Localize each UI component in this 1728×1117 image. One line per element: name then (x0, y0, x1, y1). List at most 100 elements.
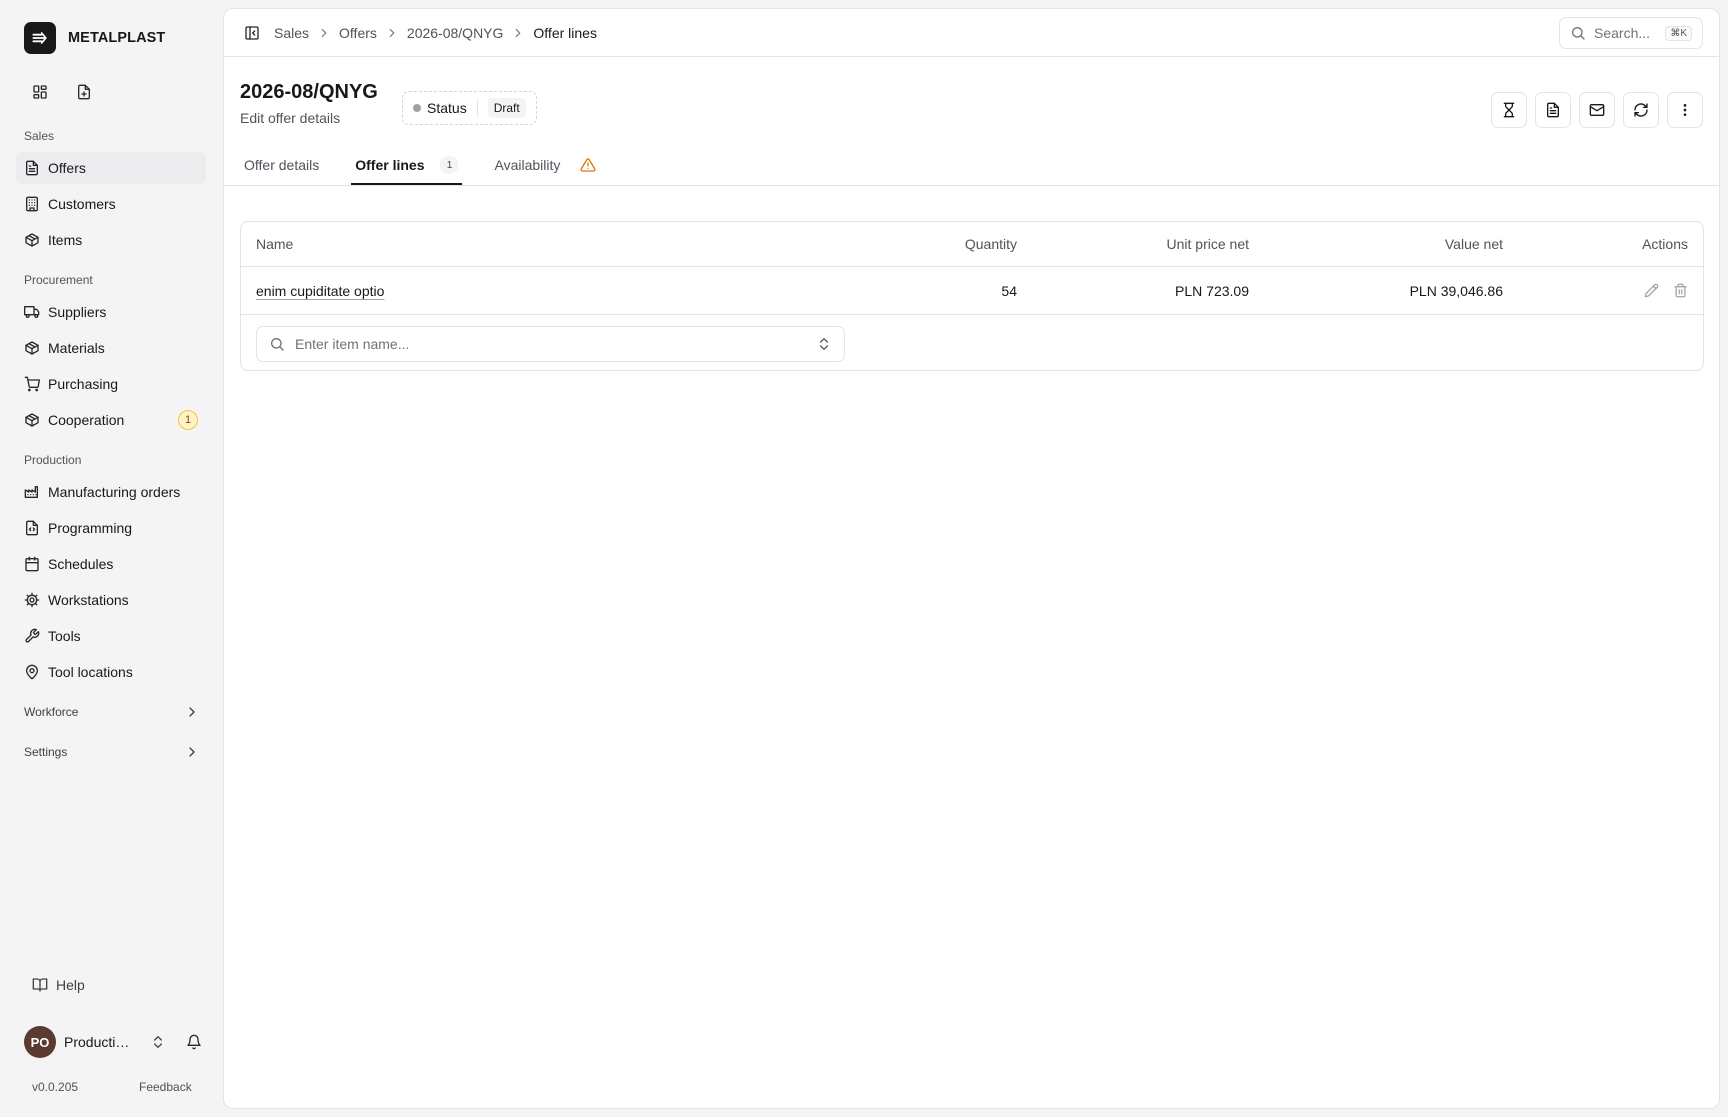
sidebar-item-purchasing[interactable]: Purchasing (16, 368, 206, 400)
sidebar: METALPLAST Sales Offers Customers Items … (0, 0, 223, 1117)
tab-offer-details[interactable]: Offer details (240, 145, 323, 185)
chevrons-up-down-icon[interactable] (150, 1034, 166, 1050)
feedback-link[interactable]: Feedback (139, 1080, 192, 1094)
sidebar-item-schedules[interactable]: Schedules (16, 548, 206, 580)
sidebar-item-programming[interactable]: Programming (16, 512, 206, 544)
search-shortcut: ⌘K (1665, 25, 1692, 41)
refresh-icon (1633, 102, 1649, 118)
document-icon (24, 160, 40, 176)
table-header: Name Quantity Unit price net Value net A… (241, 222, 1703, 267)
search-placeholder: Search... (1594, 25, 1651, 41)
chevrons-up-down-icon (816, 336, 832, 352)
refresh-button[interactable] (1623, 92, 1659, 128)
email-button[interactable] (1579, 92, 1615, 128)
sidebar-item-label: Programming (48, 520, 133, 536)
status-selector[interactable]: Status Draft (402, 91, 537, 125)
header-actions (1491, 92, 1703, 128)
sidebar-item-tools[interactable]: Tools (16, 620, 206, 652)
sidebar-item-label: Suppliers (48, 304, 107, 320)
notification-badge: 1 (178, 410, 198, 430)
trash-icon[interactable] (1673, 283, 1688, 298)
breadcrumb-offer[interactable]: 2026-08/QNYG (407, 25, 504, 41)
cell-unit-price: PLN 723.09 (1175, 282, 1249, 299)
nav-group-production: Production (24, 453, 82, 467)
sidebar-item-label: Workstations (48, 592, 129, 608)
bell-icon[interactable] (186, 1034, 202, 1050)
chevron-right-icon (184, 744, 200, 760)
nav-group-settings[interactable]: Settings (24, 740, 200, 764)
sidebar-item-cooperation[interactable]: Cooperation 1 (16, 404, 206, 436)
item-link[interactable]: enim cupiditate optio (256, 283, 384, 299)
tab-label: Offer lines (355, 157, 425, 173)
hourglass-button[interactable] (1491, 92, 1527, 128)
sidebar-item-label: Customers (48, 196, 116, 212)
sidebar-item-label: Manufacturing orders (48, 484, 181, 500)
sidebar-item-label: Materials (48, 340, 105, 356)
search-input[interactable]: Search... ⌘K (1559, 17, 1703, 49)
sidebar-item-materials[interactable]: Materials (16, 332, 206, 364)
help-label: Help (56, 977, 85, 993)
breadcrumb-offers[interactable]: Offers (339, 25, 377, 41)
breadcrumb-current: Offer lines (533, 24, 597, 41)
sidebar-item-label: Offers (48, 160, 86, 176)
brand-logo-icon (24, 22, 56, 54)
sidebar-item-manufacturing-orders[interactable]: Manufacturing orders (16, 476, 206, 508)
book-icon (32, 977, 48, 993)
package-icon (24, 232, 40, 248)
table-row: enim cupiditate optio 54 PLN 723.09 PLN … (241, 267, 1703, 315)
avatar: PO (24, 1026, 56, 1058)
nav-group-label: Workforce (24, 705, 79, 719)
chevron-right-icon (184, 704, 200, 720)
sidebar-item-label: Tools (48, 628, 81, 644)
mail-icon (1589, 102, 1605, 118)
edit-icon[interactable] (1644, 283, 1659, 298)
sidebar-item-customers[interactable]: Customers (16, 188, 206, 220)
dashboard-icon[interactable] (28, 80, 52, 104)
offer-lines-table: Name Quantity Unit price net Value net A… (240, 221, 1704, 371)
wrench-icon (24, 628, 40, 644)
app-version: v0.0.205 (32, 1080, 79, 1094)
help-link[interactable]: Help (24, 973, 93, 997)
cell-name: enim cupiditate optio (256, 267, 384, 314)
add-item-placeholder: Enter item name... (295, 336, 410, 352)
pdf-button[interactable] (1535, 92, 1571, 128)
page-header: 2026-08/QNYG Edit offer details Status D… (240, 81, 537, 126)
search-icon (1570, 25, 1586, 41)
nav-group-label: Settings (24, 745, 68, 759)
tab-availability[interactable]: Availability (490, 145, 600, 185)
sidebar-item-offers[interactable]: Offers (16, 152, 206, 184)
brand[interactable]: METALPLAST (24, 22, 165, 54)
status-badge: Draft (487, 98, 526, 118)
sidebar-item-items[interactable]: Items (16, 224, 206, 256)
sidebar-item-tool-locations[interactable]: Tool locations (16, 656, 206, 688)
sidebar-item-suppliers[interactable]: Suppliers (16, 296, 206, 328)
map-pin-icon (24, 664, 40, 680)
new-document-icon[interactable] (72, 80, 96, 104)
nav-group-workforce[interactable]: Workforce (24, 700, 200, 724)
sidebar-item-label: Cooperation (48, 412, 125, 428)
add-item-combobox[interactable]: Enter item name... (256, 326, 845, 362)
more-vertical-icon (1677, 102, 1693, 118)
user-name: Production Office (64, 1034, 134, 1050)
sidebar-item-workstations[interactable]: Workstations (16, 584, 206, 616)
nav-group-sales: Sales (24, 129, 55, 143)
tab-label: Offer details (244, 157, 320, 173)
column-header-actions: Actions (1642, 236, 1688, 252)
hourglass-icon (1501, 102, 1517, 118)
user-menu[interactable]: PO Production Office (24, 1026, 202, 1058)
sidebar-item-label: Purchasing (48, 376, 119, 392)
sidebar-item-label: Tool locations (48, 664, 133, 680)
tab-offer-lines[interactable]: Offer lines 1 (351, 145, 463, 185)
cell-actions (1644, 267, 1688, 314)
status-dot-icon (413, 104, 421, 112)
sidebar-toggle-icon[interactable] (242, 23, 262, 43)
chevron-right-icon (385, 26, 399, 40)
search-icon (269, 336, 285, 352)
breadcrumb-sales[interactable]: Sales (274, 25, 309, 41)
truck-icon (24, 304, 40, 320)
tab-label: Availability (494, 157, 561, 173)
chevron-right-icon (317, 26, 331, 40)
column-header-unit-price: Unit price net (1166, 236, 1249, 252)
more-button[interactable] (1667, 92, 1703, 128)
document-icon (1545, 102, 1561, 118)
